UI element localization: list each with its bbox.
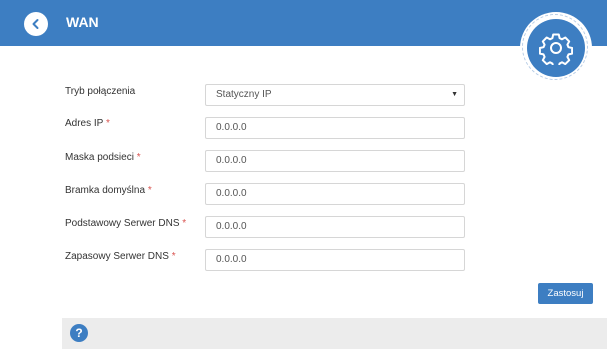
subnet-mask-input[interactable]: 0.0.0.0 — [205, 150, 465, 172]
badge-inner — [527, 19, 585, 77]
required-marker: * — [147, 185, 152, 196]
chevron-left-icon — [32, 19, 39, 29]
settings-badge — [520, 12, 592, 84]
ip-address-input[interactable]: 0.0.0.0 — [205, 117, 465, 139]
primary-dns-label-text: Podstawowy Serwer DNS — [65, 218, 180, 229]
secondary-dns-label-text: Zapasowy Serwer DNS — [65, 251, 169, 262]
secondary-dns-label: Zapasowy Serwer DNS * — [65, 251, 176, 262]
connection-type-select[interactable]: Statyczny IP ▼ — [205, 84, 465, 106]
required-marker: * — [136, 152, 141, 163]
required-marker: * — [171, 251, 176, 262]
help-button[interactable]: ? — [70, 324, 88, 342]
connection-type-label: Tryb połączenia — [65, 86, 135, 97]
page-title: WAN — [66, 14, 99, 30]
gateway-label: Bramka domyślna * — [65, 185, 152, 196]
connection-type-label-text: Tryb połączenia — [65, 86, 136, 97]
ip-address-label: Adres IP * — [65, 118, 110, 129]
required-marker: * — [105, 118, 110, 129]
header-bar: WAN — [0, 0, 607, 46]
subnet-mask-value: 0.0.0.0 — [216, 155, 247, 166]
dropdown-arrow-icon: ▼ — [451, 91, 458, 98]
secondary-dns-value: 0.0.0.0 — [216, 254, 247, 265]
subnet-mask-label: Maska podsieci * — [65, 152, 141, 163]
gear-icon — [539, 33, 573, 65]
subnet-mask-label-text: Maska podsieci — [65, 152, 134, 163]
secondary-dns-input[interactable]: 0.0.0.0 — [205, 249, 465, 271]
primary-dns-label: Podstawowy Serwer DNS * — [65, 218, 186, 229]
primary-dns-value: 0.0.0.0 — [216, 221, 247, 232]
ip-address-label-text: Adres IP — [65, 118, 104, 129]
required-marker: * — [182, 218, 187, 229]
apply-button[interactable]: Zastosuj — [538, 283, 593, 304]
ip-address-value: 0.0.0.0 — [216, 122, 247, 133]
back-button[interactable] — [24, 12, 48, 36]
gateway-label-text: Bramka domyślna — [65, 185, 146, 196]
question-mark-icon: ? — [75, 326, 83, 340]
primary-dns-input[interactable]: 0.0.0.0 — [205, 216, 465, 238]
footer-bar: ? — [62, 318, 607, 349]
gateway-input[interactable]: 0.0.0.0 — [205, 183, 465, 205]
gateway-value: 0.0.0.0 — [216, 188, 247, 199]
connection-type-value: Statyczny IP — [216, 89, 272, 100]
